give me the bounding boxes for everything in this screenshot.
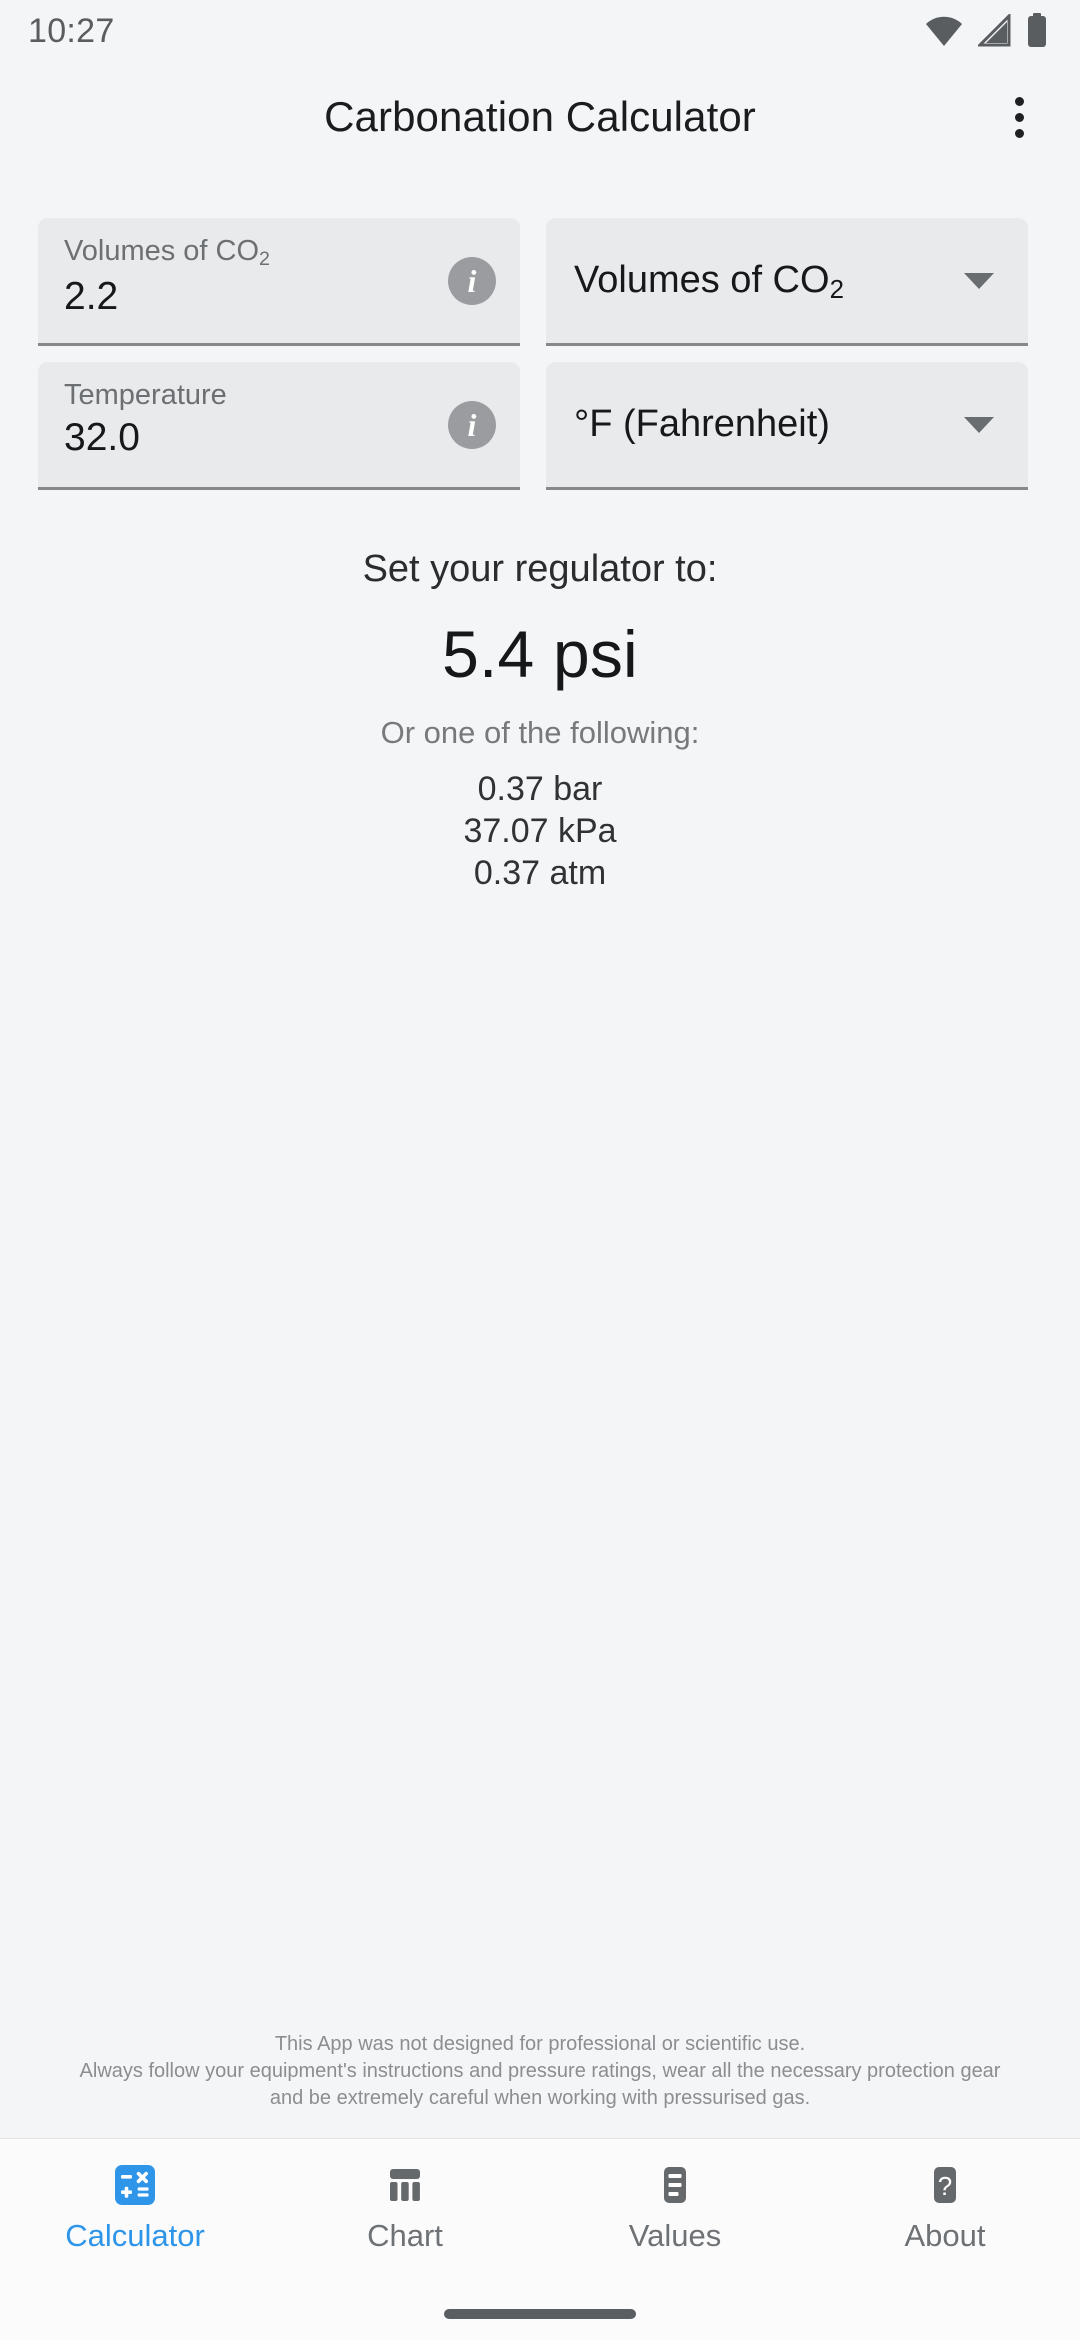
bar-chart-icon [381,2161,429,2209]
disclaimer-line-1: This App was not designed for profession… [274,2033,806,2055]
calculator-icon [111,2161,159,2209]
volumes-row: Volumes of CO2 2.2 i Volumes of CO2 [38,218,1042,346]
question-mark-icon: ? [921,2161,969,2209]
disclaimer: This App was not designed for profession… [0,2031,1080,2138]
app-bar: Carbonation Calculator [0,62,1080,172]
overflow-dot [1014,112,1024,122]
status-bar-icons [924,13,1048,49]
disclaimer-line-3: and be extremely careful when working wi… [269,2087,811,2109]
app-screen: 10:27 Carbonation Calculator Volumes of … [0,0,1080,2340]
results-section: Set your regulator to: 5.4 psi Or one of… [38,542,1042,894]
result-caption: Set your regulator to: [362,548,718,590]
result-alt-atm: 0.37 atm [473,854,607,892]
overflow-dot [1014,96,1024,106]
cellular-signal-icon [978,14,1012,48]
overflow-menu-icon[interactable] [980,78,1058,156]
nav-item-values[interactable]: Values [540,2161,810,2253]
temperature-input[interactable]: Temperature 32.0 i [38,362,520,490]
temperature-info-icon[interactable]: i [448,400,496,449]
volumes-info-icon[interactable]: i [448,256,496,305]
volumes-unit-value: Volumes of CO2 [574,259,844,305]
nav-item-about[interactable]: ? About [810,2161,1080,2253]
list-icon [651,2161,699,2209]
volumes-input[interactable]: Volumes of CO2 2.2 i [38,218,520,346]
battery-icon [1026,13,1048,49]
gesture-home-bar[interactable] [444,2309,636,2319]
temperature-input-label: Temperature [64,379,227,411]
chevron-down-icon[interactable] [964,272,994,289]
volumes-input-label: Volumes of CO2 [64,235,270,270]
result-alt-bar: 0.37 bar [477,770,603,808]
page-title: Carbonation Calculator [324,93,756,140]
temperature-unit-dropdown[interactable]: °F (Fahrenheit) [546,362,1028,490]
result-alt-kpa: 37.07 kPa [463,812,617,850]
chevron-down-icon[interactable] [964,416,994,433]
result-alternate-units: 0.37 bar 37.07 kPa 0.37 atm [38,768,1042,894]
svg-text:?: ? [938,2171,952,2201]
volumes-unit-dropdown[interactable]: Volumes of CO2 [546,218,1028,346]
input-form: Volumes of CO2 2.2 i Volumes of CO2 Temp… [0,172,1080,894]
temperature-input-value: 32.0 [64,416,140,459]
result-primary-value: 5.4 psi [442,617,638,691]
nav-label-about: About [904,2218,986,2253]
subscript-2: 2 [259,247,270,270]
status-bar: 10:27 [0,0,1080,62]
nav-item-chart[interactable]: Chart [270,2161,540,2253]
temperature-row: Temperature 32.0 i °F (Fahrenheit) [38,362,1042,490]
nav-label-calculator: Calculator [65,2218,205,2253]
status-bar-clock: 10:27 [28,11,115,50]
overflow-dot [1014,128,1024,138]
bottom-navigation-bar: Calculator Chart Values ? About [0,2138,1080,2288]
disclaimer-line-2: Always follow your equipment's instructi… [79,2060,1001,2082]
result-sub-caption: Or one of the following: [380,715,700,750]
nav-label-values: Values [628,2218,722,2253]
nav-item-calculator[interactable]: Calculator [0,2161,270,2253]
gesture-navigation-area [0,2288,1080,2340]
nav-label-chart: Chart [367,2218,443,2253]
wifi-icon [924,14,964,48]
temperature-unit-value: °F (Fahrenheit) [574,403,830,445]
volumes-input-value: 2.2 [64,275,119,318]
subscript-2: 2 [829,276,844,305]
